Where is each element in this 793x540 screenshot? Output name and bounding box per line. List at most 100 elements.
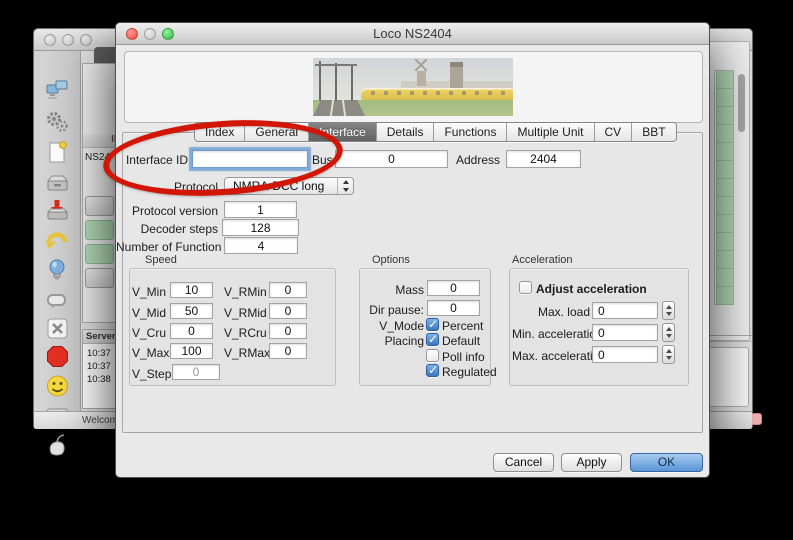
- dialog-titlebar[interactable]: Loco NS2404: [116, 23, 709, 45]
- grid-cell[interactable]: [716, 71, 734, 89]
- loco-list-cell-green[interactable]: [85, 220, 114, 240]
- min-acceleration-input[interactable]: [592, 324, 658, 341]
- loco-list-cell[interactable]: [85, 268, 114, 288]
- tab-functions[interactable]: Functions: [433, 123, 506, 142]
- options-group: Mass Dir pause: V_Mode Percent Placing D…: [359, 268, 491, 386]
- v-step-label: V_Step: [132, 367, 166, 381]
- grid-cell[interactable]: [716, 251, 734, 269]
- v-rcru-input[interactable]: [269, 323, 307, 339]
- v-rmid-input[interactable]: [269, 303, 307, 319]
- grid-cell[interactable]: [716, 161, 734, 179]
- v-min-label: V_Min: [132, 285, 164, 299]
- loco-list-column-header[interactable]: ID: [83, 134, 117, 148]
- bus-input[interactable]: [335, 150, 448, 168]
- grid-cell[interactable]: [716, 215, 734, 233]
- v-cru-input[interactable]: [170, 323, 213, 339]
- percent-checkbox-label: Percent: [442, 319, 483, 333]
- loco-list-cell-green[interactable]: [85, 244, 114, 264]
- dir-pause-label: Dir pause:: [362, 303, 424, 317]
- max-acceleration-label: Max. acceleration: [512, 349, 590, 363]
- server-log-header: Server: [83, 330, 117, 344]
- apply-button[interactable]: Apply: [561, 453, 622, 472]
- max-acceleration-input[interactable]: [592, 346, 658, 363]
- acceleration-group: Adjust acceleration Max. load Min. accel…: [509, 268, 689, 386]
- save-icon[interactable]: [44, 197, 71, 224]
- computers-icon[interactable]: [44, 79, 71, 106]
- adjust-acceleration-label: Adjust acceleration: [536, 282, 647, 296]
- cancel-button[interactable]: Cancel: [493, 453, 554, 472]
- address-input[interactable]: [506, 150, 581, 168]
- scrollbar-thumb[interactable]: [738, 74, 745, 132]
- tab-multiple-unit[interactable]: Multiple Unit: [506, 123, 593, 142]
- decoder-steps-input[interactable]: [222, 219, 299, 236]
- close-window-button[interactable]: [44, 34, 56, 46]
- mass-input[interactable]: [427, 280, 480, 296]
- mouse-icon[interactable]: [44, 431, 71, 458]
- percent-checkbox[interactable]: [426, 318, 439, 331]
- grid-cell[interactable]: [716, 89, 734, 107]
- grid-cell[interactable]: [716, 179, 734, 197]
- adjust-acceleration-checkbox[interactable]: [519, 281, 532, 294]
- grid-cell[interactable]: [716, 107, 734, 125]
- tab-bbt[interactable]: BBT: [631, 123, 675, 142]
- undo-icon[interactable]: [44, 227, 71, 254]
- poll-info-checkbox[interactable]: [426, 349, 439, 362]
- v-mode-label: V_Mode: [362, 319, 424, 333]
- tab-details[interactable]: Details: [376, 123, 434, 142]
- server-log-line: 10:38: [87, 374, 111, 385]
- protocol-version-label: Protocol version: [118, 204, 218, 218]
- server-log-panel: Server 10:37 10:37 10:38: [82, 329, 118, 409]
- regulated-checkbox[interactable]: [426, 364, 439, 377]
- max-load-stepper[interactable]: [662, 301, 675, 320]
- default-checkbox[interactable]: [426, 333, 439, 346]
- smiley-icon[interactable]: [44, 373, 71, 400]
- v-mid-label: V_Mid: [132, 306, 164, 320]
- vertical-toolbar: [34, 51, 81, 411]
- loco-list-cell[interactable]: [85, 196, 114, 216]
- close-x-icon[interactable]: [44, 315, 71, 342]
- grid-cell[interactable]: [716, 197, 734, 215]
- min-acceleration-stepper[interactable]: [662, 323, 675, 342]
- popup-arrows-icon: [337, 178, 353, 194]
- v-step-input[interactable]: [172, 364, 220, 380]
- grid-panel: [704, 41, 750, 341]
- grid-cell[interactable]: [716, 143, 734, 161]
- v-max-input[interactable]: [170, 343, 213, 359]
- v-min-input[interactable]: [170, 282, 213, 298]
- zoom-window-button[interactable]: [80, 34, 92, 46]
- default-checkbox-label: Default: [442, 334, 480, 348]
- tab-cv[interactable]: CV: [594, 123, 632, 142]
- speed-group: V_Min V_Mid V_Cru V_Max V_Step V_RMin V_…: [129, 268, 336, 386]
- v-rmin-label: V_RMin: [224, 285, 266, 299]
- v-rmin-input[interactable]: [269, 282, 307, 298]
- minimize-window-button[interactable]: [62, 34, 74, 46]
- grid-cell[interactable]: [716, 125, 734, 143]
- v-rmax-label: V_RMax: [224, 346, 266, 360]
- bulb-icon[interactable]: [44, 257, 71, 284]
- number-of-function-input[interactable]: [224, 237, 298, 254]
- max-acceleration-stepper[interactable]: [662, 345, 675, 364]
- gears-icon[interactable]: [44, 109, 71, 136]
- dialog-title: Loco NS2404: [116, 23, 709, 45]
- max-load-input[interactable]: [592, 302, 658, 319]
- number-of-function-label: Number of Function: [116, 240, 219, 254]
- dir-pause-input[interactable]: [427, 300, 480, 316]
- v-rmax-input[interactable]: [269, 343, 307, 359]
- ok-button[interactable]: OK: [630, 453, 703, 472]
- stop-icon[interactable]: [44, 343, 71, 370]
- message-icon[interactable]: [44, 287, 71, 314]
- loco-list-panel: ID NS24: [82, 63, 118, 323]
- min-acceleration-label: Min. acceleration: [512, 327, 590, 341]
- decoder-steps-label: Decoder steps: [118, 222, 218, 236]
- new-file-icon[interactable]: [44, 139, 71, 166]
- v-max-label: V_Max: [132, 346, 164, 360]
- server-log-line: 10:37: [87, 348, 111, 359]
- grid-cell[interactable]: [716, 287, 734, 305]
- status-text: Welcom: [82, 415, 118, 426]
- protocol-version-input[interactable]: [224, 201, 297, 218]
- open-drawer-icon[interactable]: [44, 169, 71, 196]
- poll-info-checkbox-label: Poll info: [442, 350, 485, 364]
- grid-cell[interactable]: [716, 233, 734, 251]
- grid-cell[interactable]: [716, 269, 734, 287]
- v-mid-input[interactable]: [170, 303, 213, 319]
